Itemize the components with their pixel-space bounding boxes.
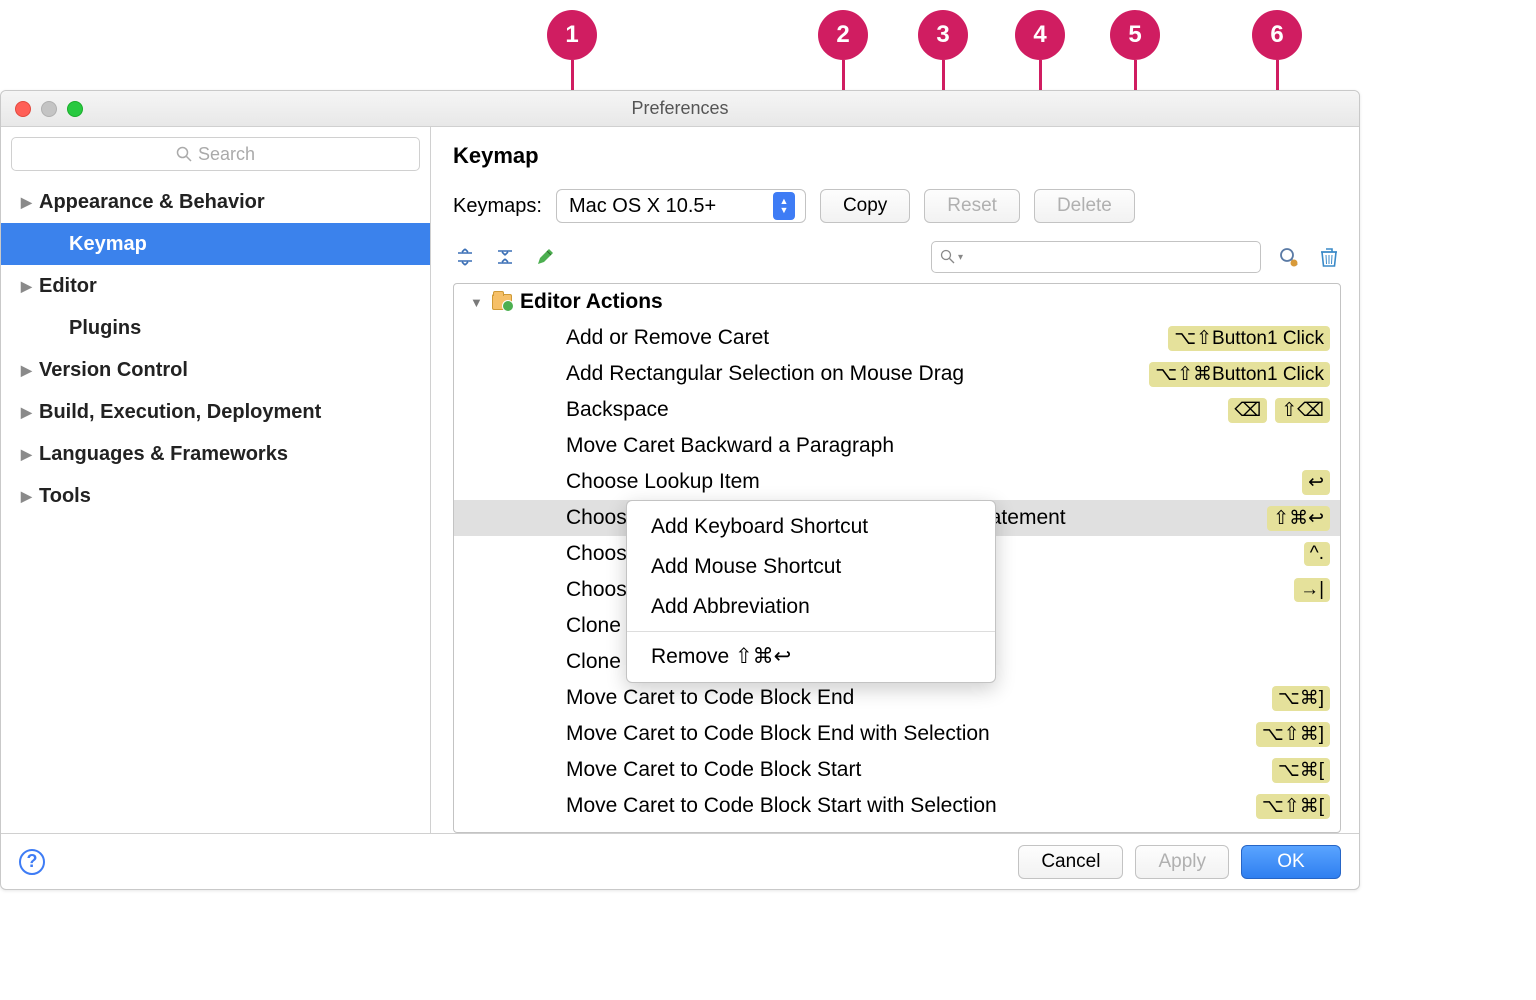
- dialog-footer: ? Cancel Apply OK: [1, 833, 1359, 889]
- page-title: Keymap: [453, 143, 1341, 169]
- action-label: Backspace: [566, 398, 1220, 422]
- apply-button[interactable]: Apply: [1135, 845, 1229, 879]
- sidebar-item-keymap[interactable]: Keymap: [1, 223, 430, 265]
- callout-5: 5: [1110, 10, 1160, 60]
- action-row[interactable]: Choose Lookup Item ↩: [454, 464, 1340, 500]
- help-button[interactable]: ?: [19, 849, 45, 875]
- chevron-right-icon: ▶: [21, 446, 39, 463]
- callout-1: 1: [547, 10, 597, 60]
- tree-group-label: Editor Actions: [520, 290, 1330, 314]
- find-by-shortcut-icon[interactable]: [1277, 245, 1301, 269]
- shortcut-badge: ⇧⌘↩: [1267, 506, 1330, 531]
- action-row[interactable]: Add Rectangular Selection on Mouse Drag ⌥…: [454, 356, 1340, 392]
- shortcut-badge: ^.: [1304, 542, 1330, 566]
- window-title: Preferences: [1, 98, 1359, 119]
- action-label: Add or Remove Caret: [566, 326, 1160, 350]
- action-tree[interactable]: ▼ Editor Actions Add or Remove Caret ⌥⇧Bu…: [453, 283, 1341, 833]
- search-icon: [940, 249, 956, 265]
- action-label: Move Caret to Code Block End with Select…: [566, 722, 1248, 746]
- sidebar-item-build-execution-deployment[interactable]: ▶Build, Execution, Deployment: [1, 391, 430, 433]
- sidebar-item-plugins[interactable]: Plugins: [1, 307, 430, 349]
- sidebar-item-label: Appearance & Behavior: [39, 191, 265, 214]
- folder-icon: [492, 294, 512, 310]
- sidebar-item-label: Languages & Frameworks: [39, 443, 288, 466]
- action-row[interactable]: Move Caret to Code Block Start ⌥⌘[: [454, 752, 1340, 788]
- ok-button[interactable]: OK: [1241, 845, 1341, 879]
- sidebar-item-label: Plugins: [69, 317, 141, 340]
- shortcut-badge: →|: [1294, 578, 1330, 602]
- trash-icon[interactable]: [1317, 245, 1341, 269]
- sidebar-item-label: Build, Execution, Deployment: [39, 401, 321, 424]
- action-label: Choose Lookup Item: [566, 470, 1294, 494]
- context-menu: Add Keyboard Shortcut Add Mouse Shortcut…: [626, 500, 996, 683]
- chevron-right-icon: ▶: [21, 278, 39, 295]
- action-label: Add Rectangular Selection on Mouse Drag: [566, 362, 1141, 386]
- action-label: Move Caret to Code Block End: [566, 686, 1264, 710]
- preferences-window: Preferences Search ▶Appearance & Behavio…: [0, 90, 1360, 890]
- action-row[interactable]: Move Caret to Code Block End with Select…: [454, 716, 1340, 752]
- sidebar: Search ▶Appearance & BehaviorKeymap▶Edit…: [1, 127, 431, 833]
- menu-add-abbreviation[interactable]: Add Abbreviation: [627, 587, 995, 627]
- callout-4: 4: [1015, 10, 1065, 60]
- shortcut-badge: ⌥⇧⌘[: [1256, 794, 1330, 819]
- action-row[interactable]: Move Caret to Code Block Start with Sele…: [454, 788, 1340, 824]
- sidebar-item-label: Keymap: [69, 233, 147, 256]
- action-row[interactable]: Move Caret Backward a Paragraph: [454, 428, 1340, 464]
- expand-all-icon[interactable]: [453, 245, 477, 269]
- sidebar-item-label: Version Control: [39, 359, 188, 382]
- copy-button[interactable]: Copy: [820, 189, 910, 223]
- action-row[interactable]: Backspace ⌫ ⇧⌫: [454, 392, 1340, 428]
- sidebar-item-version-control[interactable]: ▶Version Control: [1, 349, 430, 391]
- shortcut-badge: ⌥⌘]: [1272, 686, 1330, 711]
- main-panel: Keymap Keymaps: Mac OS X 10.5+ ▲▼ Copy R…: [431, 127, 1359, 833]
- sidebar-search-input[interactable]: Search: [11, 137, 420, 171]
- sidebar-item-label: Editor: [39, 275, 97, 298]
- cancel-button[interactable]: Cancel: [1018, 845, 1123, 879]
- menu-add-keyboard-shortcut[interactable]: Add Keyboard Shortcut: [627, 507, 995, 547]
- annotation-callouts: 1 2 3 4 5 6: [0, 0, 1536, 80]
- chevron-right-icon: ▶: [21, 194, 39, 211]
- shortcut-badge: ⌫: [1228, 398, 1267, 423]
- action-label: Move Caret Backward a Paragraph: [566, 434, 1322, 458]
- action-label: Move Caret to Code Block Start with Sele…: [566, 794, 1248, 818]
- menu-remove-shortcut[interactable]: Remove ⇧⌘↩: [627, 636, 995, 676]
- callout-3: 3: [918, 10, 968, 60]
- keymaps-select[interactable]: Mac OS X 10.5+ ▲▼: [556, 189, 806, 223]
- menu-add-mouse-shortcut[interactable]: Add Mouse Shortcut: [627, 547, 995, 587]
- keymaps-select-value: Mac OS X 10.5+: [569, 195, 716, 218]
- collapse-all-icon[interactable]: [493, 245, 517, 269]
- sidebar-item-appearance-behavior[interactable]: ▶Appearance & Behavior: [1, 181, 430, 223]
- delete-button[interactable]: Delete: [1034, 189, 1135, 223]
- action-label: Move Caret to Code Block Start: [566, 758, 1264, 782]
- reset-button[interactable]: Reset: [924, 189, 1020, 223]
- select-stepper-icon: ▲▼: [773, 192, 795, 220]
- sidebar-item-label: Tools: [39, 485, 91, 508]
- tree-group-editor-actions[interactable]: ▼ Editor Actions: [454, 284, 1340, 320]
- action-search-input[interactable]: ▾: [931, 241, 1261, 273]
- callout-6: 6: [1252, 10, 1302, 60]
- shortcut-badge: ⌥⇧⌘Button1 Click: [1149, 362, 1330, 387]
- shortcut-badge: ⇧⌫: [1275, 398, 1330, 423]
- action-row[interactable]: Move Caret to Code Block End ⌥⌘]: [454, 680, 1340, 716]
- search-placeholder: Search: [198, 144, 255, 165]
- shortcut-badge: ⌥⌘[: [1272, 758, 1330, 783]
- disclosure-triangle-icon[interactable]: ▼: [470, 295, 484, 310]
- sidebar-item-languages-frameworks[interactable]: ▶Languages & Frameworks: [1, 433, 430, 475]
- edit-icon[interactable]: [533, 245, 557, 269]
- chevron-right-icon: ▶: [21, 404, 39, 421]
- callout-2: 2: [818, 10, 868, 60]
- action-row[interactable]: Add or Remove Caret ⌥⇧Button1 Click: [454, 320, 1340, 356]
- search-icon: [176, 146, 192, 162]
- keymaps-label: Keymaps:: [453, 195, 542, 218]
- sidebar-item-editor[interactable]: ▶Editor: [1, 265, 430, 307]
- chevron-right-icon: ▶: [21, 488, 39, 505]
- shortcut-badge: ⌥⇧Button1 Click: [1168, 326, 1330, 351]
- shortcut-badge: ⌥⇧⌘]: [1256, 722, 1330, 747]
- titlebar: Preferences: [1, 91, 1359, 127]
- shortcut-badge: ↩: [1302, 470, 1330, 495]
- sidebar-item-tools[interactable]: ▶Tools: [1, 475, 430, 517]
- chevron-right-icon: ▶: [21, 362, 39, 379]
